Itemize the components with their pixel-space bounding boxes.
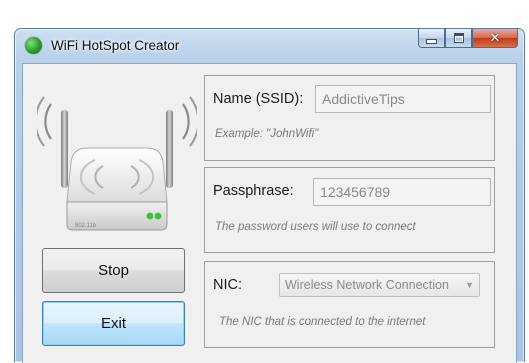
close-icon: ✕	[489, 30, 501, 46]
passphrase-input[interactable]: 123456789	[313, 178, 491, 206]
maximize-button[interactable]	[445, 29, 472, 48]
client-area: 802.11b Stop Exit Name (SSID): Addictive…	[22, 63, 517, 363]
wireless-router-icon: 802.11b	[37, 96, 197, 231]
router-model-text: 802.11b	[75, 223, 97, 229]
passphrase-label: Passphrase:	[213, 183, 294, 199]
app-window: WiFi HotSpot Creator ✕ 802.11b Stop Exit…	[14, 28, 525, 363]
ssid-input[interactable]: AddictiveTips	[315, 85, 491, 113]
app-globe-icon	[25, 37, 42, 54]
minimize-icon	[426, 38, 437, 44]
passphrase-hint: The password users will use to connect	[215, 221, 416, 233]
nic-hint: The NIC that is connected to the interne…	[219, 316, 426, 328]
nic-label: NIC:	[213, 277, 242, 293]
chevron-down-icon: ▼	[465, 280, 474, 290]
exit-button[interactable]: Exit	[42, 301, 185, 346]
ssid-label: Name (SSID):	[213, 91, 304, 107]
nic-select-value: Wireless Network Connection	[285, 278, 449, 292]
title-bar[interactable]: WiFi HotSpot Creator ✕	[15, 29, 524, 63]
close-button[interactable]: ✕	[472, 29, 518, 48]
ssid-hint: Example: "JohnWifi"	[215, 128, 319, 140]
window-title: WiFi HotSpot Creator	[51, 38, 180, 53]
nic-group: NIC: Wireless Network Connection ▼ The N…	[204, 261, 495, 348]
passphrase-group: Passphrase: 123456789 The password users…	[204, 167, 495, 253]
stop-button[interactable]: Stop	[42, 248, 185, 293]
ssid-group: Name (SSID): AddictiveTips Example: "Joh…	[204, 75, 495, 161]
maximize-icon	[453, 33, 464, 43]
caption-buttons: ✕	[418, 29, 518, 49]
minimize-button[interactable]	[418, 29, 445, 48]
nic-select[interactable]: Wireless Network Connection ▼	[279, 273, 480, 297]
